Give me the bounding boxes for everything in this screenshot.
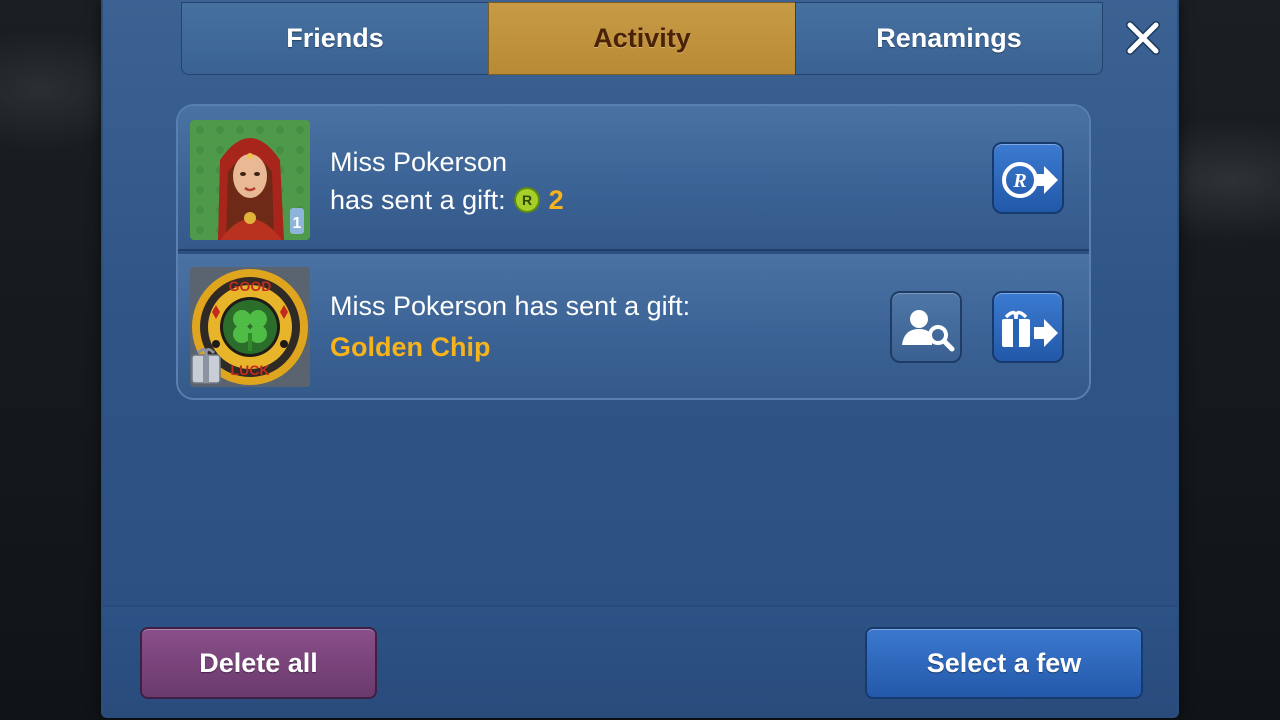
close-icon [1126, 21, 1160, 55]
view-profile-icon [902, 310, 955, 352]
notification-text: Miss Pokerson has sent a gift: R 2 [330, 143, 564, 219]
ruby-coin-icon: R [514, 187, 541, 213]
svg-text:GOOD: GOOD [229, 278, 272, 294]
send-back-button[interactable]: R [992, 142, 1064, 214]
svg-text:R: R [1012, 170, 1026, 192]
gift-image[interactable]: GOOD LUCK [190, 267, 310, 387]
send-rubies-back-icon: R [1002, 162, 1058, 198]
list-item: GOOD LUCK Miss Pokerson has sent a gift:… [178, 254, 1089, 398]
footer-bar: Delete all Select a few [103, 607, 1177, 718]
send-gift-back-icon [1002, 310, 1058, 347]
tab-friends[interactable]: Friends [181, 2, 489, 75]
tab-renamings[interactable]: Renamings [795, 2, 1103, 75]
coin-amount: 2 [548, 185, 564, 215]
notification-text: Miss Pokerson has sent a gift: Golden Ch… [330, 287, 690, 366]
gift-name: Golden Chip [330, 332, 491, 362]
list-item: 1 Miss Pokerson has sent a gift: R 2 R [178, 106, 1089, 251]
gift-message: has sent a gift: [330, 185, 506, 215]
notifications-dialog: Friends Activity Renamings 1 Miss Pokers… [101, 0, 1179, 718]
close-button[interactable] [1123, 18, 1163, 58]
sender-name: Miss Pokerson [330, 147, 508, 177]
svg-text:LUCK: LUCK [231, 362, 270, 378]
tab-activity[interactable]: Activity [488, 2, 796, 75]
send-gift-back-button[interactable] [992, 291, 1064, 363]
avatar-badge: 1 [293, 215, 302, 232]
delete-all-button[interactable]: Delete all [140, 627, 377, 699]
view-profile-button[interactable] [890, 291, 962, 363]
gift-message: Miss Pokerson has sent a gift: [330, 291, 691, 321]
svg-text:R: R [522, 192, 532, 208]
avatar[interactable]: 1 [190, 120, 310, 240]
select-a-few-button[interactable]: Select a few [865, 627, 1143, 699]
activity-list: 1 Miss Pokerson has sent a gift: R 2 R G… [176, 104, 1091, 400]
